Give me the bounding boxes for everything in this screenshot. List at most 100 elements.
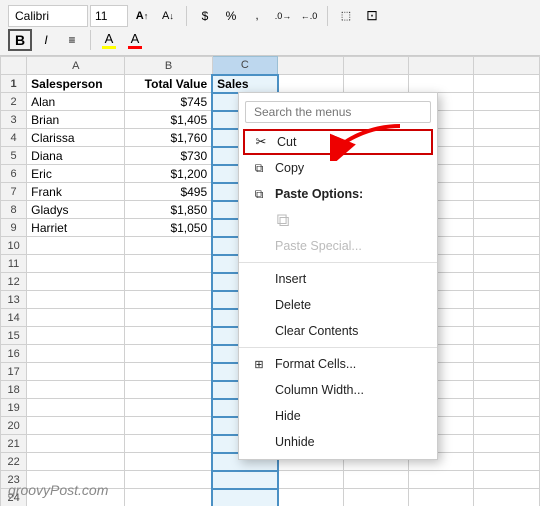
cell-extra[interactable]: [343, 489, 408, 506]
cell-extra[interactable]: [474, 417, 540, 435]
cell-extra[interactable]: [474, 255, 540, 273]
cell-b[interactable]: [125, 489, 212, 506]
cell-b[interactable]: [125, 237, 212, 255]
font-color-button[interactable]: A: [123, 29, 147, 51]
cell-extra[interactable]: [474, 273, 540, 291]
context-menu-clear-contents[interactable]: Clear Contents: [239, 318, 437, 344]
col-b-header[interactable]: B: [125, 57, 212, 75]
cell-extra[interactable]: [474, 363, 540, 381]
cell-a[interactable]: [27, 435, 125, 453]
context-menu-search[interactable]: [245, 101, 431, 123]
cell-extra[interactable]: [409, 75, 474, 93]
context-menu-delete[interactable]: Delete: [239, 292, 437, 318]
cell-b[interactable]: [125, 309, 212, 327]
cell-extra[interactable]: [474, 111, 540, 129]
cell-extra[interactable]: [474, 399, 540, 417]
cell-c[interactable]: [212, 489, 277, 506]
cell-extra[interactable]: [474, 381, 540, 399]
font-size-input[interactable]: [90, 5, 128, 27]
col-f-header[interactable]: [409, 57, 474, 75]
col-g-header[interactable]: [474, 57, 540, 75]
cell-extra[interactable]: [278, 489, 343, 506]
cell-c[interactable]: Sales: [212, 75, 277, 93]
cell-a[interactable]: [27, 327, 125, 345]
cell-a[interactable]: Diana: [27, 147, 125, 165]
decrease-font-button[interactable]: A↓: [156, 5, 180, 27]
cell-a[interactable]: Brian: [27, 111, 125, 129]
cell-extra[interactable]: [474, 237, 540, 255]
cell-extra[interactable]: [474, 453, 540, 471]
cell-extra[interactable]: [474, 219, 540, 237]
bold-button[interactable]: B: [8, 29, 32, 51]
cell-extra[interactable]: [343, 471, 408, 489]
align-button[interactable]: ≡: [60, 29, 84, 51]
cell-extra[interactable]: [474, 471, 540, 489]
cell-extra[interactable]: [409, 489, 474, 506]
cell-b[interactable]: [125, 327, 212, 345]
cell-b[interactable]: [125, 435, 212, 453]
wrap-text-button[interactable]: ⬚: [334, 5, 358, 27]
font-name-input[interactable]: [8, 5, 88, 27]
cell-a[interactable]: [27, 291, 125, 309]
cell-a[interactable]: Salesperson: [27, 75, 125, 93]
context-menu-paste-special[interactable]: Paste Special...: [239, 233, 437, 259]
context-menu-column-width[interactable]: Column Width...: [239, 377, 437, 403]
col-e-header[interactable]: [343, 57, 408, 75]
cell-b[interactable]: [125, 453, 212, 471]
cell-b[interactable]: [125, 255, 212, 273]
cell-extra[interactable]: [474, 165, 540, 183]
context-menu-hide[interactable]: Hide: [239, 403, 437, 429]
cell-a[interactable]: Gladys: [27, 201, 125, 219]
cell-extra[interactable]: [474, 345, 540, 363]
comma-button[interactable]: ,: [245, 5, 269, 27]
cell-a[interactable]: [27, 381, 125, 399]
cell-b[interactable]: [125, 399, 212, 417]
cell-b[interactable]: Total Value: [125, 75, 212, 93]
cell-extra[interactable]: [474, 327, 540, 345]
cell-a[interactable]: Alan: [27, 93, 125, 111]
more-button[interactable]: ⊡: [360, 5, 384, 27]
context-menu-unhide[interactable]: Unhide: [239, 429, 437, 455]
cell-a[interactable]: Eric: [27, 165, 125, 183]
cell-b[interactable]: [125, 471, 212, 489]
cell-a[interactable]: [27, 255, 125, 273]
cell-b[interactable]: $1,050: [125, 219, 212, 237]
cell-a[interactable]: [27, 363, 125, 381]
cell-b[interactable]: $1,850: [125, 201, 212, 219]
cell-a[interactable]: [27, 237, 125, 255]
col-c-header[interactable]: C: [212, 57, 277, 75]
increase-font-button[interactable]: A↑: [130, 5, 154, 27]
cell-b[interactable]: [125, 291, 212, 309]
cell-extra[interactable]: [474, 489, 540, 506]
cell-a[interactable]: [27, 453, 125, 471]
percent-button[interactable]: %: [219, 5, 243, 27]
cell-b[interactable]: [125, 381, 212, 399]
currency-button[interactable]: $: [193, 5, 217, 27]
cell-extra[interactable]: [474, 147, 540, 165]
cell-extra[interactable]: [278, 471, 343, 489]
cell-extra[interactable]: [474, 129, 540, 147]
cell-b[interactable]: [125, 363, 212, 381]
context-menu-cut[interactable]: ✂ Cut: [243, 129, 433, 155]
cell-extra[interactable]: [474, 201, 540, 219]
italic-button[interactable]: I: [34, 29, 58, 51]
context-menu-format-cells[interactable]: ⊞ Format Cells...: [239, 351, 437, 377]
cell-extra[interactable]: [474, 291, 540, 309]
context-menu-copy[interactable]: ⧉ Copy: [239, 155, 437, 181]
cell-extra[interactable]: [409, 471, 474, 489]
highlight-color-button[interactable]: A: [97, 29, 121, 51]
cell-a[interactable]: Harriet: [27, 219, 125, 237]
cell-a[interactable]: Clarissa: [27, 129, 125, 147]
cell-a[interactable]: [27, 345, 125, 363]
cell-extra[interactable]: [474, 435, 540, 453]
cell-b[interactable]: [125, 273, 212, 291]
cell-b[interactable]: $495: [125, 183, 212, 201]
cell-extra[interactable]: [474, 75, 540, 93]
increase-decimal-button[interactable]: .0→: [271, 5, 295, 27]
cell-b[interactable]: [125, 417, 212, 435]
cell-extra[interactable]: [474, 309, 540, 327]
cell-b[interactable]: $1,405: [125, 111, 212, 129]
cell-b[interactable]: $1,760: [125, 129, 212, 147]
cell-extra[interactable]: [474, 93, 540, 111]
decrease-decimal-button[interactable]: ←.0: [297, 5, 321, 27]
